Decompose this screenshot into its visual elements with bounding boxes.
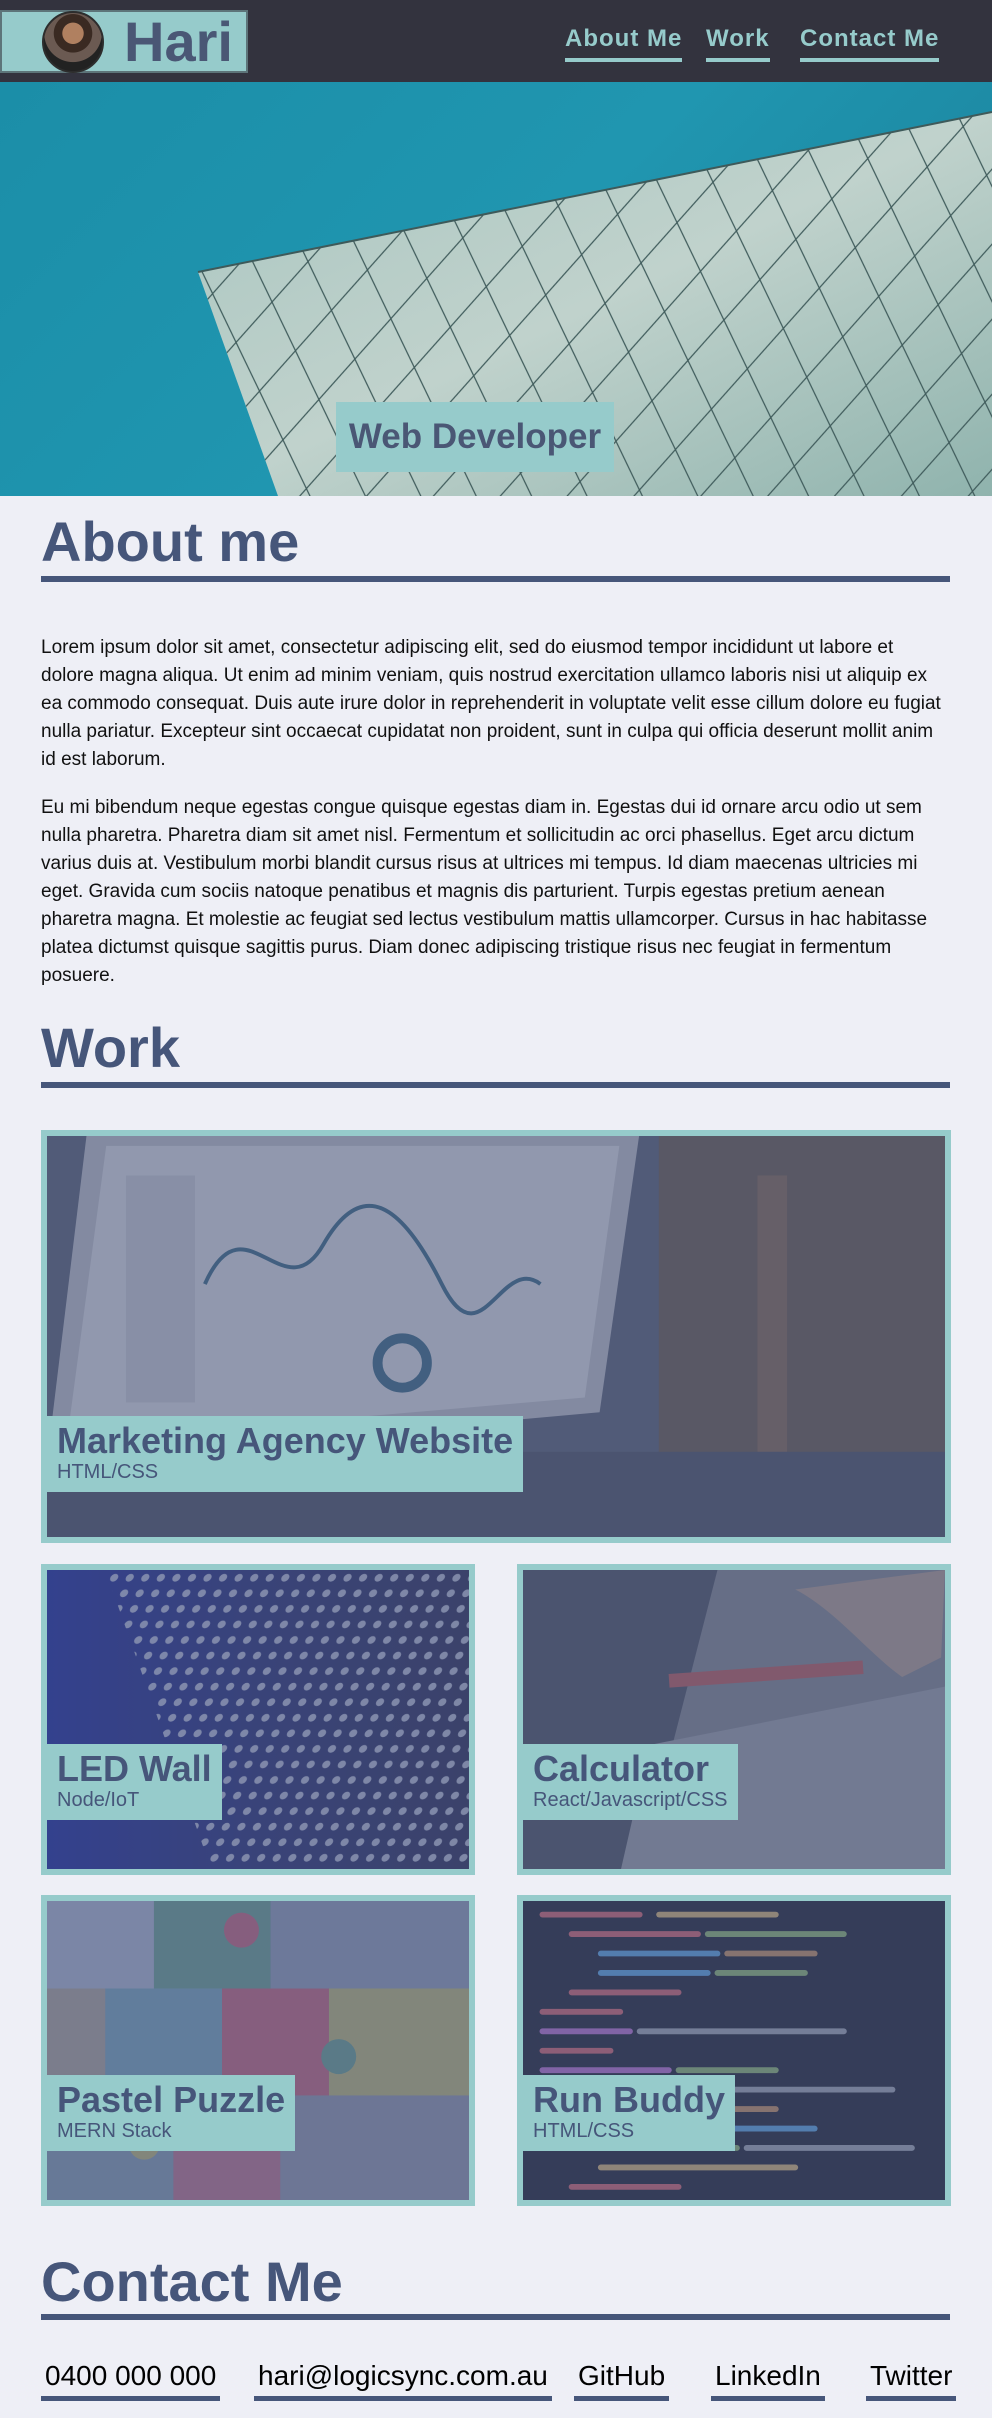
- nav-contact-me[interactable]: Contact Me: [800, 24, 940, 62]
- project-label: Marketing Agency Website HTML/CSS: [47, 1416, 524, 1492]
- project-title: LED Wall: [57, 1748, 212, 1789]
- project-card-led-wall[interactable]: LED Wall Node/IoT: [41, 1564, 475, 1875]
- card-overlay: [523, 1570, 945, 1869]
- contact-title: Contact Me: [41, 2250, 343, 2313]
- about-divider: [41, 576, 950, 582]
- project-title: Run Buddy: [533, 2079, 725, 2120]
- card-overlay: [47, 1570, 469, 1869]
- about-paragraph-1: Lorem ipsum dolor sit amet, consectetur …: [41, 637, 941, 770]
- about-title: About me: [41, 510, 300, 573]
- project-card-calculator[interactable]: Calculator React/Javascript/CSS: [517, 1564, 951, 1875]
- project-label: Pastel Puzzle MERN Stack: [47, 2075, 296, 2151]
- work-title: Work: [41, 1016, 180, 1079]
- project-card-pastel-puzzle[interactable]: Pastel Puzzle MERN Stack: [41, 1895, 475, 2206]
- project-title: Calculator: [533, 1748, 710, 1789]
- card-overlay: [47, 1901, 469, 2200]
- about-paragraph-2: Eu mi bibendum neque egestas congue quis…: [41, 797, 928, 986]
- project-stack: MERN Stack: [57, 2119, 172, 2142]
- project-label: Calculator React/Javascript/CSS: [523, 1744, 738, 1820]
- project-stack: Node/IoT: [57, 1788, 140, 1811]
- project-label: LED Wall Node/IoT: [47, 1744, 222, 1820]
- brand-name: Hari: [124, 9, 233, 73]
- contact-email-link[interactable]: hari@logicsync.com.au: [254, 2360, 552, 2401]
- project-stack: HTML/CSS: [533, 2119, 635, 2142]
- project-title: Marketing Agency Website: [57, 1420, 514, 1461]
- project-card-run-buddy[interactable]: Run Buddy HTML/CSS: [517, 1895, 951, 2206]
- work-divider: [41, 1082, 950, 1088]
- card-overlay: [523, 1901, 945, 2200]
- nav-work[interactable]: Work: [706, 24, 770, 62]
- contact-twitter-link[interactable]: Twitter: [866, 2360, 957, 2401]
- contact-github-link[interactable]: GitHub: [574, 2360, 670, 2401]
- project-stack: HTML/CSS: [57, 1460, 159, 1483]
- project-label: Run Buddy HTML/CSS: [523, 2075, 735, 2151]
- nav-about-me[interactable]: About Me: [565, 24, 683, 62]
- contact-divider: [41, 2314, 950, 2320]
- project-card-marketing-agency[interactable]: Marketing Agency Website HTML/CSS: [41, 1130, 951, 1543]
- site-header: Hari About Me Work Contact Me: [0, 0, 992, 82]
- project-title: Pastel Puzzle: [57, 2079, 286, 2120]
- brand[interactable]: Hari: [0, 10, 248, 73]
- hero: Web Developer: [0, 82, 992, 496]
- hero-title: Web Developer: [336, 402, 614, 472]
- contact-phone-link[interactable]: 0400 000 000: [41, 2360, 221, 2401]
- avatar: [42, 10, 104, 73]
- contact-linkedin-link[interactable]: LinkedIn: [711, 2360, 825, 2401]
- project-stack: React/Javascript/CSS: [533, 1788, 728, 1811]
